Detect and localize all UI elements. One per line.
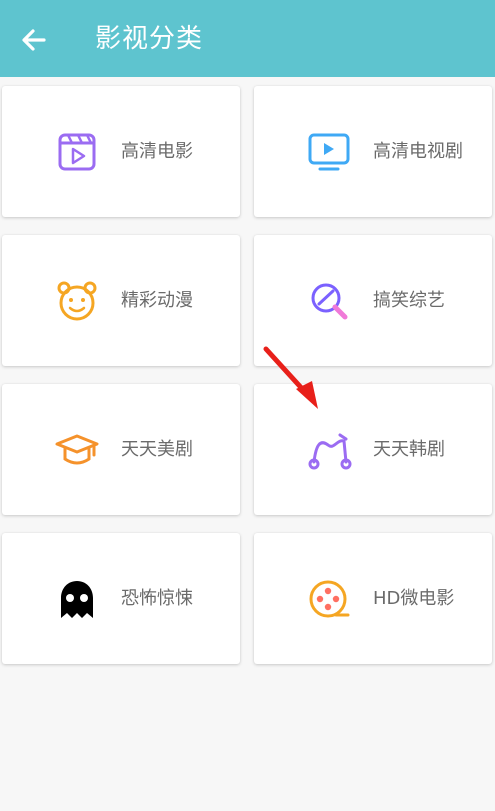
graduation-cap-icon <box>54 427 100 473</box>
category-label: HD微电影 <box>373 588 455 609</box>
category-label: 天天韩剧 <box>373 439 445 460</box>
app-bar: 影视分类 <box>0 0 495 77</box>
back-button[interactable] <box>14 20 54 60</box>
category-label: 恐怖惊悚 <box>121 588 193 609</box>
tv-icon <box>306 129 352 175</box>
red-arrow-icon <box>258 343 328 417</box>
music-curve-icon <box>306 427 352 473</box>
category-card-horror[interactable]: 恐怖惊悚 <box>2 533 240 664</box>
magnifier-icon <box>306 278 352 324</box>
page-title: 影视分类 <box>95 24 204 54</box>
category-card-hd-tv-series[interactable]: 高清电视剧 <box>254 86 492 217</box>
ghost-icon <box>54 576 100 622</box>
category-label: 天天美剧 <box>121 439 193 460</box>
category-label: 精彩动漫 <box>121 290 193 311</box>
category-card-us-drama[interactable]: 天天美剧 <box>2 384 240 515</box>
category-label: 高清电视剧 <box>373 141 463 162</box>
arrow-left-icon <box>22 29 46 51</box>
category-card-hd-movies[interactable]: 高清电影 <box>2 86 240 217</box>
film-clapper-icon <box>54 129 100 175</box>
bear-face-icon <box>54 278 100 324</box>
category-label: 搞笑综艺 <box>373 290 445 311</box>
film-reel-icon <box>306 576 352 622</box>
category-label: 高清电影 <box>121 141 193 162</box>
category-card-hd-micro-film[interactable]: HD微电影 <box>254 533 492 664</box>
category-card-anime[interactable]: 精彩动漫 <box>2 235 240 366</box>
